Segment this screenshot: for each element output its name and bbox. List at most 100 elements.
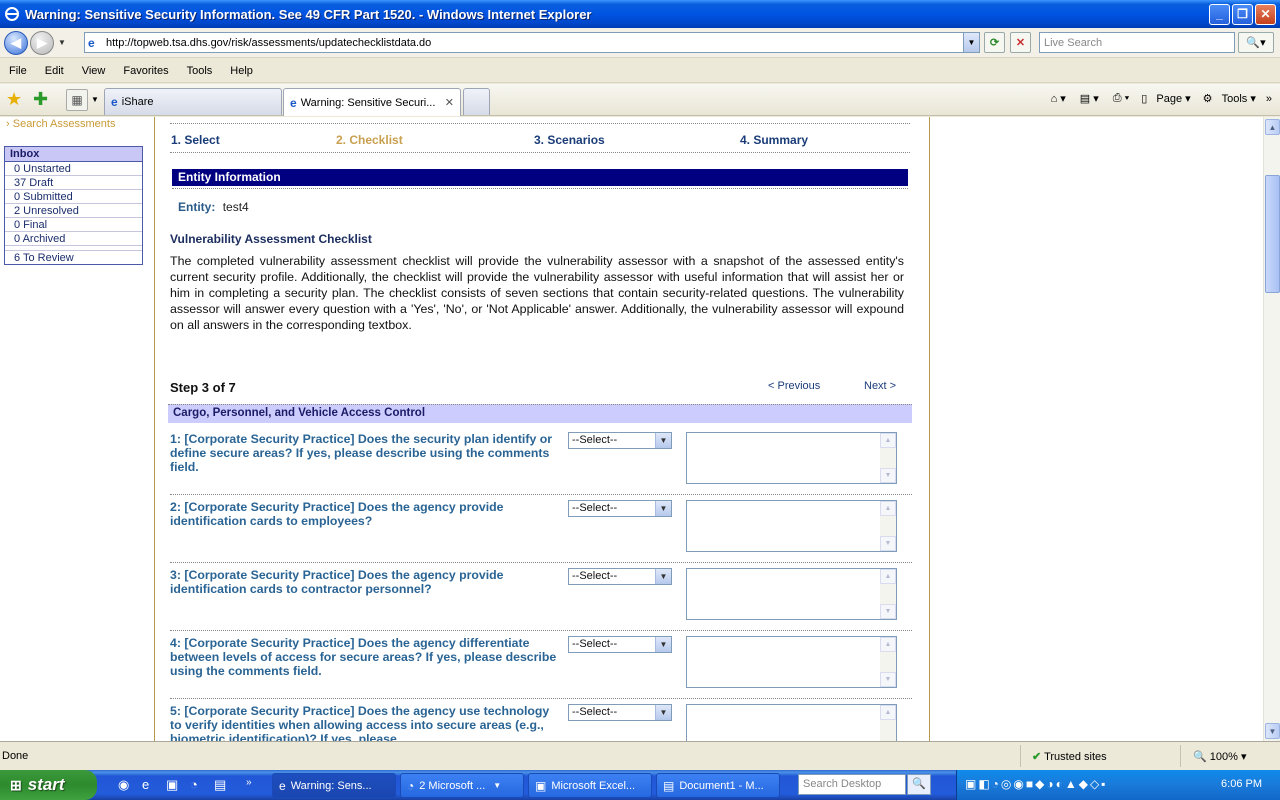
inbox-item-unstarted[interactable]: 0 Unstarted	[5, 162, 142, 176]
inbox-item-unresolved[interactable]: 2 Unresolved	[5, 204, 142, 218]
answer-select[interactable]: --Select-- ▼	[568, 568, 672, 585]
taskbar-button-word[interactable]: ▤ Document1 - M...	[656, 773, 780, 798]
checklist-title: Vulnerability Assessment Checklist	[170, 232, 372, 246]
textarea-scrollbar[interactable]: ▲	[880, 705, 896, 741]
textarea-scrollbar[interactable]: ▲ ▼	[880, 637, 896, 687]
comment-textarea[interactable]: ▲ ▼	[686, 500, 897, 552]
menu-file[interactable]: File	[0, 65, 36, 77]
inbox-item-draft[interactable]: 37 Draft	[5, 176, 142, 190]
tools-menu[interactable]: ⚙ Tools ▾	[1197, 92, 1256, 105]
tab-ishare[interactable]: e iShare	[104, 88, 282, 115]
menu-edit[interactable]: Edit	[36, 65, 73, 77]
scroll-up-icon[interactable]: ▲	[880, 637, 896, 652]
taskbar-button-excel[interactable]: ▣ Microsoft Excel...	[528, 773, 652, 798]
zoom-control[interactable]: 🔍 100% ▾	[1193, 750, 1246, 763]
scroll-down-icon[interactable]: ▼	[880, 536, 896, 551]
feeds-icon[interactable]: ▤ ▾	[1080, 92, 1099, 105]
outlook-quicklaunch-icon[interactable]: ◔	[190, 777, 198, 792]
desktop-search-button[interactable]: 🔍	[907, 774, 931, 795]
textarea-scrollbar[interactable]: ▲ ▼	[880, 569, 896, 619]
answer-select[interactable]: --Select-- ▼	[568, 636, 672, 653]
app-quicklaunch-icon[interactable]: ▤	[214, 777, 226, 793]
scroll-up-icon[interactable]: ▲	[1265, 119, 1280, 135]
tab-warning[interactable]: e Warning: Sensitive Securi... ✕	[283, 88, 461, 116]
desktop-search-input[interactable]: Search Desktop	[798, 774, 906, 795]
address-bar[interactable]: e http://topweb.tsa.dhs.gov/risk/assessm…	[84, 32, 980, 53]
page-scrollbar[interactable]: ▲ ▼	[1263, 117, 1280, 741]
taskbar-button-outlook[interactable]: ◔ 2 Microsoft ... ▼	[400, 773, 524, 798]
page-menu[interactable]: ▯ Page ▾	[1135, 92, 1190, 105]
favorites-star-icon[interactable]: ★	[6, 90, 22, 108]
minimize-button[interactable]: _	[1209, 3, 1230, 25]
stop-button[interactable]: ✕	[1010, 32, 1031, 53]
menu-favorites[interactable]: Favorites	[114, 65, 177, 77]
answer-select[interactable]: --Select-- ▼	[568, 704, 672, 721]
step-select[interactable]: 1. Select	[171, 133, 220, 147]
back-button[interactable]: ◀	[4, 30, 28, 55]
scroll-down-icon[interactable]: ▼	[880, 468, 896, 483]
next-link[interactable]: Next >	[864, 380, 896, 392]
answer-select[interactable]: --Select-- ▼	[568, 432, 672, 449]
step-scenarios[interactable]: 3. Scenarios	[534, 133, 605, 147]
add-favorite-icon[interactable]: ✚	[33, 90, 48, 108]
quick-tabs-icon[interactable]: ▦	[66, 89, 88, 111]
comment-textarea[interactable]: ▲ ▼	[686, 432, 897, 484]
ie-quicklaunch-icon[interactable]: e	[142, 777, 149, 792]
scroll-up-icon[interactable]: ▲	[880, 569, 896, 584]
excel-icon: ▣	[535, 778, 547, 793]
tab-list-dropdown-icon[interactable]: ▼	[91, 95, 99, 104]
chevron-right-icon[interactable]: »	[246, 777, 252, 788]
start-label: start	[27, 775, 65, 794]
taskbar: ⊞ start ◉ e ▣ ◔ ▤ » e Warning: Sens... ◔ 2 …	[0, 770, 1280, 800]
scroll-thumb[interactable]	[1265, 175, 1280, 293]
url-dropdown-icon[interactable]: ▼	[963, 33, 979, 52]
answer-select[interactable]: --Select-- ▼	[568, 500, 672, 517]
home-icon[interactable]: ⌂ ▾	[1051, 92, 1066, 105]
menu-view[interactable]: View	[73, 65, 115, 77]
textarea-scrollbar[interactable]: ▲ ▼	[880, 501, 896, 551]
outlook-icon: ◔	[407, 778, 415, 793]
comment-textarea[interactable]: ▲	[686, 704, 897, 741]
inbox-item-to-review[interactable]: 6 To Review	[5, 250, 142, 264]
url-text[interactable]: http://topweb.tsa.dhs.gov/risk/assessmen…	[106, 37, 963, 49]
menu-tools[interactable]: Tools	[178, 65, 222, 77]
previous-link[interactable]: < Previous	[768, 380, 820, 392]
live-search-input[interactable]: Live Search	[1039, 32, 1235, 53]
maximize-button[interactable]: ❐	[1232, 3, 1253, 25]
scroll-down-icon[interactable]: ▼	[1265, 723, 1280, 739]
scroll-down-icon[interactable]: ▼	[880, 604, 896, 619]
clock: 6:06 PM	[1221, 778, 1262, 790]
chevron-right-icon[interactable]: »	[1266, 93, 1272, 105]
taskbar-button-ie[interactable]: e Warning: Sens...	[272, 773, 396, 798]
tray-icons[interactable]: ▣◧◔◎◉■◆◑◐▲◆◇▪	[965, 777, 1107, 791]
search-assessments-link[interactable]: › Search Assessments	[6, 118, 115, 130]
start-button[interactable]: ⊞ start	[0, 770, 97, 800]
close-window-button[interactable]: ✕	[1255, 3, 1276, 25]
window-title: Warning: Sensitive Security Information.…	[25, 6, 592, 22]
chevron-down-icon: ▼	[655, 569, 671, 584]
close-tab-icon[interactable]: ✕	[445, 96, 454, 109]
word-icon: ▤	[663, 778, 675, 793]
menu-help[interactable]: Help	[221, 65, 262, 77]
forward-button[interactable]: ▶	[30, 30, 54, 55]
excel-quicklaunch-icon[interactable]: ▣	[166, 777, 178, 793]
inbox-item-final[interactable]: 0 Final	[5, 218, 142, 232]
scroll-up-icon[interactable]: ▲	[880, 433, 896, 448]
scroll-up-icon[interactable]: ▲	[880, 501, 896, 516]
inbox-item-submitted[interactable]: 0 Submitted	[5, 190, 142, 204]
search-button[interactable]: 🔍 ▾	[1238, 32, 1274, 53]
scroll-down-icon[interactable]: ▼	[880, 672, 896, 687]
scroll-up-icon[interactable]: ▲	[880, 705, 896, 720]
comment-textarea[interactable]: ▲ ▼	[686, 636, 897, 688]
recent-pages-dropdown[interactable]: ▼	[56, 38, 68, 47]
ie-page-icon: e	[111, 95, 118, 109]
textarea-scrollbar[interactable]: ▲ ▼	[880, 433, 896, 483]
comment-textarea[interactable]: ▲ ▼	[686, 568, 897, 620]
refresh-button[interactable]: ⟳	[984, 32, 1005, 53]
new-tab-button[interactable]	[463, 88, 490, 115]
search-icon: 🔍	[1246, 37, 1261, 49]
print-icon[interactable]: ⎙ ▾	[1113, 92, 1129, 105]
quicklaunch-icon[interactable]: ◉	[118, 777, 129, 793]
inbox-item-archived[interactable]: 0 Archived	[5, 232, 142, 246]
step-summary[interactable]: 4. Summary	[740, 133, 808, 147]
